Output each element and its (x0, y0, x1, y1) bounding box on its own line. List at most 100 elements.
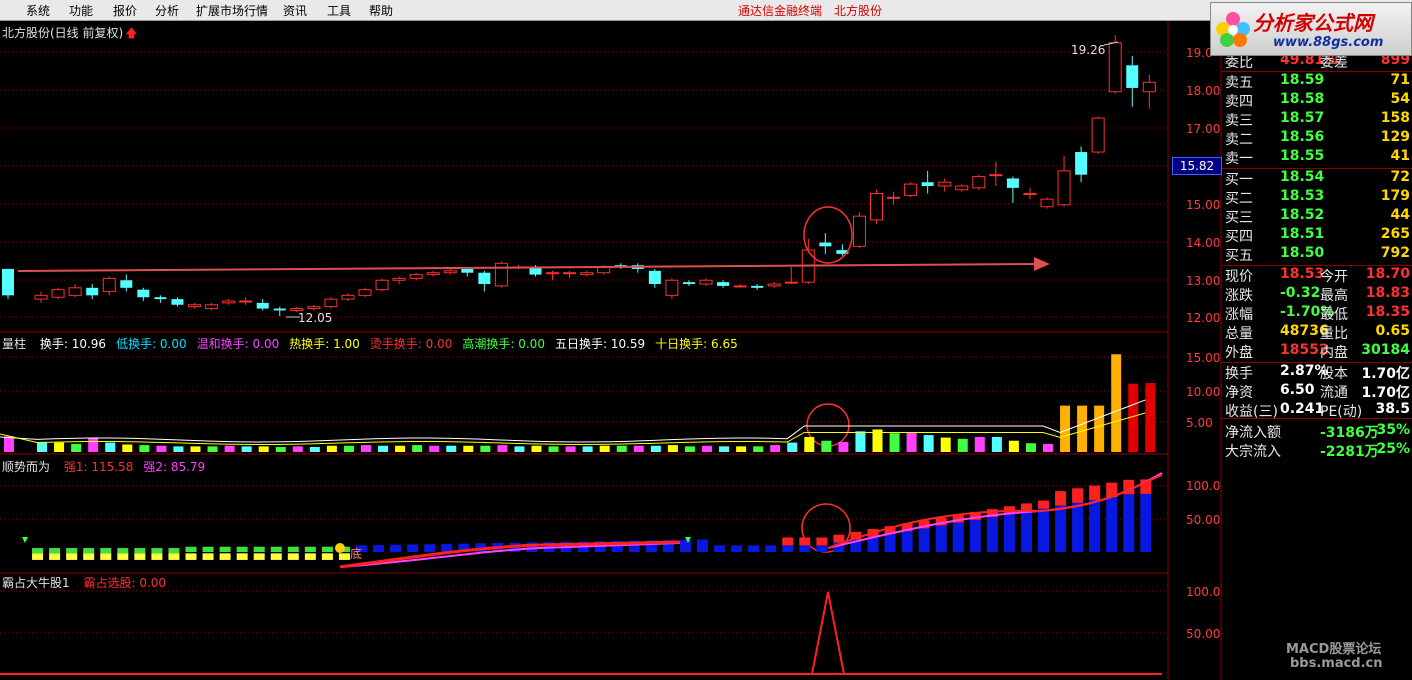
volume-bar (906, 431, 917, 452)
bid-row: 买二 18.53 179 (1222, 188, 1412, 207)
trend-bar (66, 553, 78, 560)
volume-bar (173, 446, 184, 452)
stat-row: 净资 6.50 流通 1.70亿 (1222, 382, 1412, 401)
volume-bar (838, 441, 849, 452)
menu-help[interactable]: 帮助 (369, 2, 393, 19)
volume-bar (974, 436, 985, 452)
trend-bar (424, 544, 436, 552)
trend-bar (748, 545, 760, 552)
trend-bar (731, 545, 743, 552)
candle-body (478, 272, 491, 285)
trend-bar (918, 528, 930, 552)
stat-label: 内盘 (1320, 345, 1348, 361)
menu-quote[interactable]: 报价 (113, 2, 137, 19)
bid-price: 18.50 (1280, 245, 1325, 261)
volume-bar (582, 446, 593, 452)
volume-bar (514, 446, 525, 452)
up-arrow-icon: 🡅 (125, 26, 138, 40)
candle-body (699, 279, 713, 285)
bid-volume: 265 (1380, 226, 1410, 242)
bid-volume: 179 (1380, 188, 1410, 204)
indicator-value-label: 热换手: 1.00 (289, 337, 360, 351)
y-tick: 5.00 (1186, 416, 1213, 430)
trend-bar (816, 545, 828, 552)
volume-bar (139, 445, 150, 452)
y-tick: 15.00 (1186, 198, 1221, 212)
ask-price: 18.57 (1280, 110, 1325, 126)
candle-body (1142, 81, 1156, 93)
bid-row: 买五 18.50 792 (1222, 245, 1412, 264)
candle-body (1091, 117, 1105, 153)
high-price-label: 19.26 (1071, 43, 1106, 57)
volume-bar (889, 433, 900, 452)
candle-body (1108, 42, 1122, 93)
stat-row: 涨跌 -0.32 最高 18.83 (1222, 285, 1412, 304)
candle-body (767, 283, 781, 287)
stat-value: 18.70 (1365, 266, 1410, 282)
y-tick: 12.00 (1186, 311, 1221, 325)
volume-bar (736, 446, 747, 452)
indicator-value-label: 霸占选股: 0.00 (83, 576, 167, 590)
stat-value: 18.53 (1280, 266, 1325, 282)
candle-body (375, 279, 389, 291)
candle-body (938, 181, 952, 187)
volume-bar (1043, 443, 1053, 452)
trend-bar (1020, 511, 1032, 552)
menu-extended-market[interactable]: 扩展市场行情 (196, 2, 268, 19)
candle-body (751, 285, 764, 288)
menu-tools[interactable]: 工具 (327, 2, 351, 19)
trend-bar (168, 548, 180, 554)
volume-bar (548, 446, 559, 452)
candle-body (426, 272, 440, 276)
trend-bar (117, 553, 129, 560)
trend-bar (1072, 502, 1084, 552)
indicator-value-label: 烫手换手: 0.00 (369, 337, 453, 351)
menu-analysis[interactable]: 分析 (155, 2, 179, 19)
stat-label: 涨跌 (1225, 288, 1253, 304)
trend-bar (287, 546, 299, 552)
divider (1222, 418, 1412, 419)
ask-price: 18.59 (1280, 72, 1325, 88)
bid-row: 买四 18.51 265 (1222, 226, 1412, 245)
candle-body (904, 183, 918, 196)
stat-row: 大宗流入 -2281万 -25% (1222, 441, 1412, 460)
candle-body (665, 279, 679, 296)
candle-body (1057, 170, 1071, 206)
trend-bar (304, 553, 316, 560)
menu-news[interactable]: 资讯 (283, 2, 307, 19)
candle-body (205, 304, 219, 310)
volume-bar (940, 437, 951, 452)
candle-body (580, 272, 594, 276)
volume-bar (326, 445, 337, 452)
candle-body (358, 289, 372, 296)
stat-value: 0.65 (1375, 323, 1410, 339)
candle-body (870, 193, 883, 221)
trend-bar (373, 545, 385, 552)
y-tick: 18.00 (1186, 84, 1221, 98)
menu-system[interactable]: 系统 (26, 2, 50, 19)
stat-value: -25% (1370, 441, 1410, 457)
menu-function[interactable]: 功能 (69, 2, 93, 19)
candle-body (852, 215, 866, 247)
volume-bar (395, 445, 406, 452)
trend-bar (782, 537, 794, 546)
candle-body (51, 289, 65, 298)
trend-bar (321, 546, 333, 552)
trend-bar (168, 553, 180, 560)
volume-bar (684, 446, 695, 452)
trend-bar (1055, 505, 1067, 552)
trend-bar (236, 553, 248, 560)
bid-volume: 44 (1390, 207, 1410, 223)
volume-bar (616, 445, 627, 452)
volume-bar (292, 446, 303, 452)
trend-bar (816, 537, 828, 546)
y-tick: 14.00 (1186, 236, 1221, 250)
volume-bar (105, 442, 116, 452)
trend-bar (1055, 491, 1067, 506)
y-tick: 100.0 (1186, 585, 1221, 599)
candle-body (733, 285, 747, 288)
candle-body (273, 308, 286, 311)
bid-price: 18.51 (1280, 226, 1325, 242)
trend-arrow-head (1034, 257, 1050, 271)
stat-value: 18.35 (1365, 304, 1410, 320)
